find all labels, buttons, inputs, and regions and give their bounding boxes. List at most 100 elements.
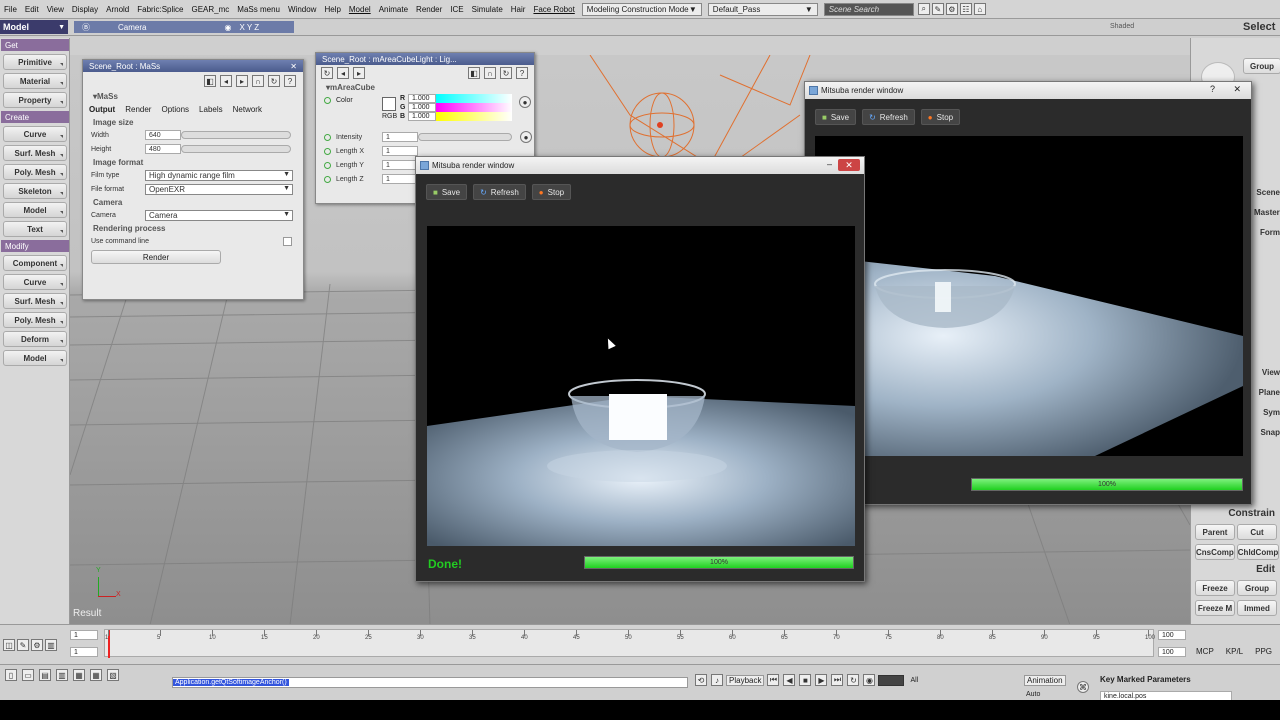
mass-panel-title[interactable]: Scene_Root : MaSs ✕	[83, 60, 303, 72]
menu-file[interactable]: File	[0, 5, 21, 14]
start-frame-field-2[interactable]: 1	[70, 647, 98, 657]
menu-view[interactable]: View	[43, 5, 68, 14]
layout-icon[interactable]: ◫	[3, 639, 15, 651]
component-button[interactable]: Component	[3, 255, 67, 271]
speed-icon[interactable]: ◉	[863, 674, 876, 686]
color-swatch[interactable]	[382, 97, 396, 111]
create-poly-mesh-button[interactable]: Poly. Mesh	[3, 164, 67, 180]
end-frame-field-2[interactable]: 100	[1158, 647, 1186, 657]
r-field[interactable]: 1.000	[408, 94, 436, 103]
constrain-head[interactable]: Constrain	[1191, 508, 1280, 520]
create-surf-mesh-button[interactable]: Surf. Mesh	[3, 145, 67, 161]
refresh-icon[interactable]: ↻	[321, 67, 333, 79]
material-button[interactable]: Material	[3, 73, 67, 89]
loop-icon[interactable]: ↻	[847, 674, 860, 686]
grid-icon[interactable]: ▥	[45, 639, 57, 651]
shaded-label[interactable]: Shaded	[1110, 23, 1134, 30]
light-panel-title[interactable]: Scene_Root : mAreaCubeLight : Lig...	[316, 53, 534, 65]
last-frame-icon[interactable]: ⏭	[831, 674, 844, 686]
menu-hair[interactable]: Hair	[507, 5, 530, 14]
animate-icon[interactable]	[324, 175, 331, 183]
tab-render[interactable]: Render	[125, 105, 151, 114]
length-y-field[interactable]: 1	[382, 160, 418, 170]
save-button[interactable]: ■ Save	[815, 109, 857, 125]
stop-button[interactable]: ● Stop	[531, 184, 572, 200]
side-label-view[interactable]: View	[1254, 368, 1280, 388]
reload-icon[interactable]: ↻	[268, 75, 280, 87]
lock-icon[interactable]: ◧	[468, 67, 480, 79]
kine-field[interactable]: kine.local.pos	[1100, 691, 1232, 700]
end-frame-field[interactable]: 100	[1158, 630, 1186, 640]
width-field[interactable]: 640	[145, 130, 181, 140]
key-marked-parameters[interactable]: Key Marked Parameters	[1100, 675, 1191, 684]
chldcomp-button[interactable]: ChldComp	[1236, 544, 1280, 560]
g-slider[interactable]	[436, 103, 512, 112]
color-animate-icon[interactable]	[324, 97, 331, 104]
close-icon[interactable]: ✕	[1233, 84, 1241, 95]
rgb-label[interactable]: RGB	[382, 113, 397, 120]
freeze-button[interactable]: Freeze	[1195, 580, 1235, 596]
height-field[interactable]: 480	[145, 144, 181, 154]
menu-gear[interactable]: GEAR_mc	[188, 5, 234, 14]
menu-simulate[interactable]: Simulate	[468, 5, 507, 14]
auto-key-button[interactable]: Auto	[1026, 691, 1040, 698]
menu-fabric[interactable]: Fabric:Splice	[133, 5, 187, 14]
create-curve-button[interactable]: Curve	[3, 126, 67, 142]
modify-surf-mesh-button[interactable]: Surf. Mesh	[3, 293, 67, 309]
save-button[interactable]: ■ Save	[426, 184, 468, 200]
use-command-line-checkbox[interactable]	[283, 236, 292, 246]
skeleton-button[interactable]: Skeleton	[3, 183, 67, 199]
menu-edit[interactable]: Edit	[21, 5, 43, 14]
key-icon[interactable]: ⌘	[1077, 681, 1089, 693]
side-label-masters[interactable]: Masters	[1254, 208, 1280, 228]
playback-button[interactable]: Playback	[726, 674, 765, 686]
height-slider[interactable]	[181, 145, 291, 153]
animate-icon[interactable]	[324, 133, 331, 141]
parent-button[interactable]: Parent	[1195, 524, 1235, 540]
property-button[interactable]: Property	[3, 92, 67, 108]
get-head[interactable]: Get	[1, 39, 69, 51]
next-icon[interactable]: ▸	[236, 75, 248, 87]
stop-icon[interactable]: ■	[799, 674, 812, 686]
g-field[interactable]: 1.000	[408, 103, 436, 112]
layout-select[interactable]: Model ▼	[0, 20, 68, 34]
menu-render[interactable]: Render	[412, 5, 446, 14]
first-frame-icon[interactable]: ⏮	[767, 674, 780, 686]
tab-ppg[interactable]: PPG	[1255, 647, 1272, 656]
layout-icon[interactable]: ▭	[22, 669, 34, 681]
close-icon[interactable]: ✕	[290, 62, 297, 71]
width-slider[interactable]	[181, 131, 291, 139]
light-node-label[interactable]: ▾ mAreaCube	[316, 81, 534, 93]
prev-icon[interactable]: ◂	[220, 75, 232, 87]
b-field[interactable]: 1.000	[408, 112, 436, 121]
length-x-field[interactable]: 1	[382, 146, 418, 156]
menu-arnold[interactable]: Arnold	[102, 5, 133, 14]
animate-icon[interactable]	[324, 147, 331, 155]
link-icon[interactable]: ●	[520, 131, 532, 143]
reload-icon[interactable]: ↻	[500, 67, 512, 79]
menu-help[interactable]: Help	[320, 5, 344, 14]
mode-select[interactable]: Modeling Construction Mode ▼	[581, 2, 702, 16]
close-icon[interactable]: ✕	[838, 159, 860, 171]
all-label[interactable]: All	[910, 677, 918, 684]
script-input[interactable]: Application.getQtSoftimageAnchor()	[172, 677, 688, 688]
search-icon[interactable]: ⌕	[917, 3, 930, 15]
text-button[interactable]: Text	[3, 221, 67, 237]
layout-icon[interactable]: ▤	[39, 669, 51, 681]
tab-labels[interactable]: Labels	[199, 105, 223, 114]
modify-poly-mesh-button[interactable]: Poly. Mesh	[3, 312, 67, 328]
next-icon[interactable]: ▸	[353, 67, 365, 79]
render-button[interactable]: Render	[91, 250, 221, 264]
tool-icon[interactable]: ⌂	[973, 3, 986, 15]
side-label-plane[interactable]: Plane	[1254, 388, 1280, 408]
primitive-button[interactable]: Primitive	[3, 54, 67, 70]
render-window-back-titlebar[interactable]: Mitsuba render window ? ✕	[805, 82, 1251, 99]
side-label-scene[interactable]: Scene	[1254, 188, 1280, 208]
scene-search-input[interactable]: Scene Search	[823, 2, 914, 16]
help-icon[interactable]: ?	[516, 67, 528, 79]
animate-icon[interactable]	[324, 161, 331, 169]
menu-face-robot[interactable]: Face Robot	[529, 5, 578, 14]
tool-icon[interactable]: ☷	[959, 3, 972, 15]
tab-kpl[interactable]: KP/L	[1226, 647, 1243, 656]
animation-button[interactable]: Animation	[1024, 675, 1066, 686]
